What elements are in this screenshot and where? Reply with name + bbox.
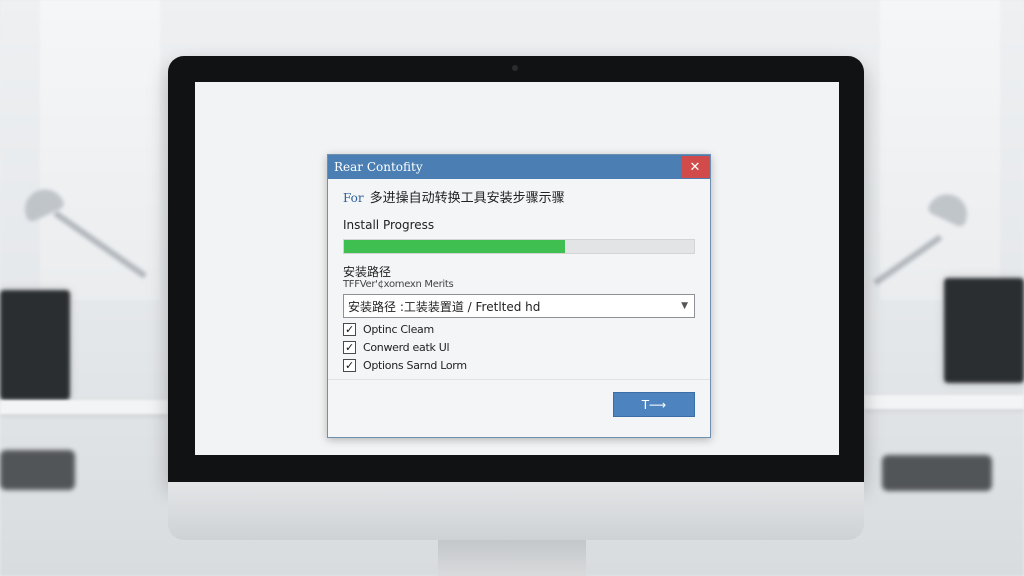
monitor-screen: Rear Contofity ✕ For 多进操自动转换工具安装步骤示骤 Ins…: [195, 82, 839, 455]
install-path-dropdown[interactable]: 安装路径 :工装装置道 / Fretlted hd ▼: [343, 294, 695, 318]
background-desk: [0, 400, 168, 414]
option-checkbox[interactable]: ✓: [343, 359, 356, 372]
background-window: [880, 0, 1000, 300]
background-window: [40, 0, 160, 300]
option-row[interactable]: ✓ Optinc Cleam: [343, 323, 695, 336]
install-path-value: 安装路径 :工装装置道 / Fretlted hd: [348, 299, 541, 314]
option-label: Conwerd eatk Ul: [363, 341, 450, 354]
dialog-body: For 多进操自动转换工具安装步骤示骤 Install Progress 安装路…: [328, 179, 710, 379]
dialog-titlebar[interactable]: Rear Contofity ✕: [328, 155, 710, 179]
background-chair: [0, 450, 75, 490]
install-path-sublabel: TFFVer'¢xomexn Merits: [343, 279, 454, 290]
heading-text: 多进操自动转换工具安装步骤示骤: [369, 191, 565, 206]
webcam-icon: [512, 65, 518, 71]
background-monitor: [944, 278, 1024, 383]
background-desk: [864, 395, 1024, 409]
next-button[interactable]: T⟶: [613, 392, 695, 417]
background-chair: [882, 455, 992, 491]
install-path-label: 安装路径: [343, 265, 392, 279]
monitor-chin: [168, 482, 864, 540]
installer-dialog: Rear Contofity ✕ For 多进操自动转换工具安装步骤示骤 Ins…: [327, 154, 711, 438]
check-icon: ✓: [345, 359, 354, 372]
dialog-title: Rear Contofity: [334, 160, 423, 174]
progress-label: Install Progress: [343, 218, 435, 232]
option-row[interactable]: ✓ Options Sarnd Lorm: [343, 359, 695, 372]
dialog-footer: T⟶: [328, 379, 710, 437]
option-checkbox[interactable]: ✓: [343, 323, 356, 336]
chevron-down-icon[interactable]: ▼: [681, 301, 688, 311]
close-button[interactable]: ✕: [681, 156, 709, 178]
option-row[interactable]: ✓ Conwerd eatk Ul: [343, 341, 695, 354]
progress-fill: [344, 240, 565, 253]
close-icon: ✕: [689, 159, 701, 175]
option-checkbox[interactable]: ✓: [343, 341, 356, 354]
install-progress-bar: [343, 239, 695, 254]
heading-prefix: For: [343, 191, 364, 205]
check-icon: ✓: [345, 341, 354, 354]
background-monitor: [0, 290, 70, 400]
dialog-heading: For 多进操自动转换工具安装步骤示骤: [343, 187, 695, 206]
monitor-bezel: Rear Contofity ✕ For 多进操自动转换工具安装步骤示骤 Ins…: [168, 56, 864, 482]
option-label: Optinc Cleam: [363, 323, 434, 336]
option-label: Options Sarnd Lorm: [363, 359, 467, 372]
monitor-stand: [438, 540, 586, 576]
check-icon: ✓: [345, 323, 354, 336]
